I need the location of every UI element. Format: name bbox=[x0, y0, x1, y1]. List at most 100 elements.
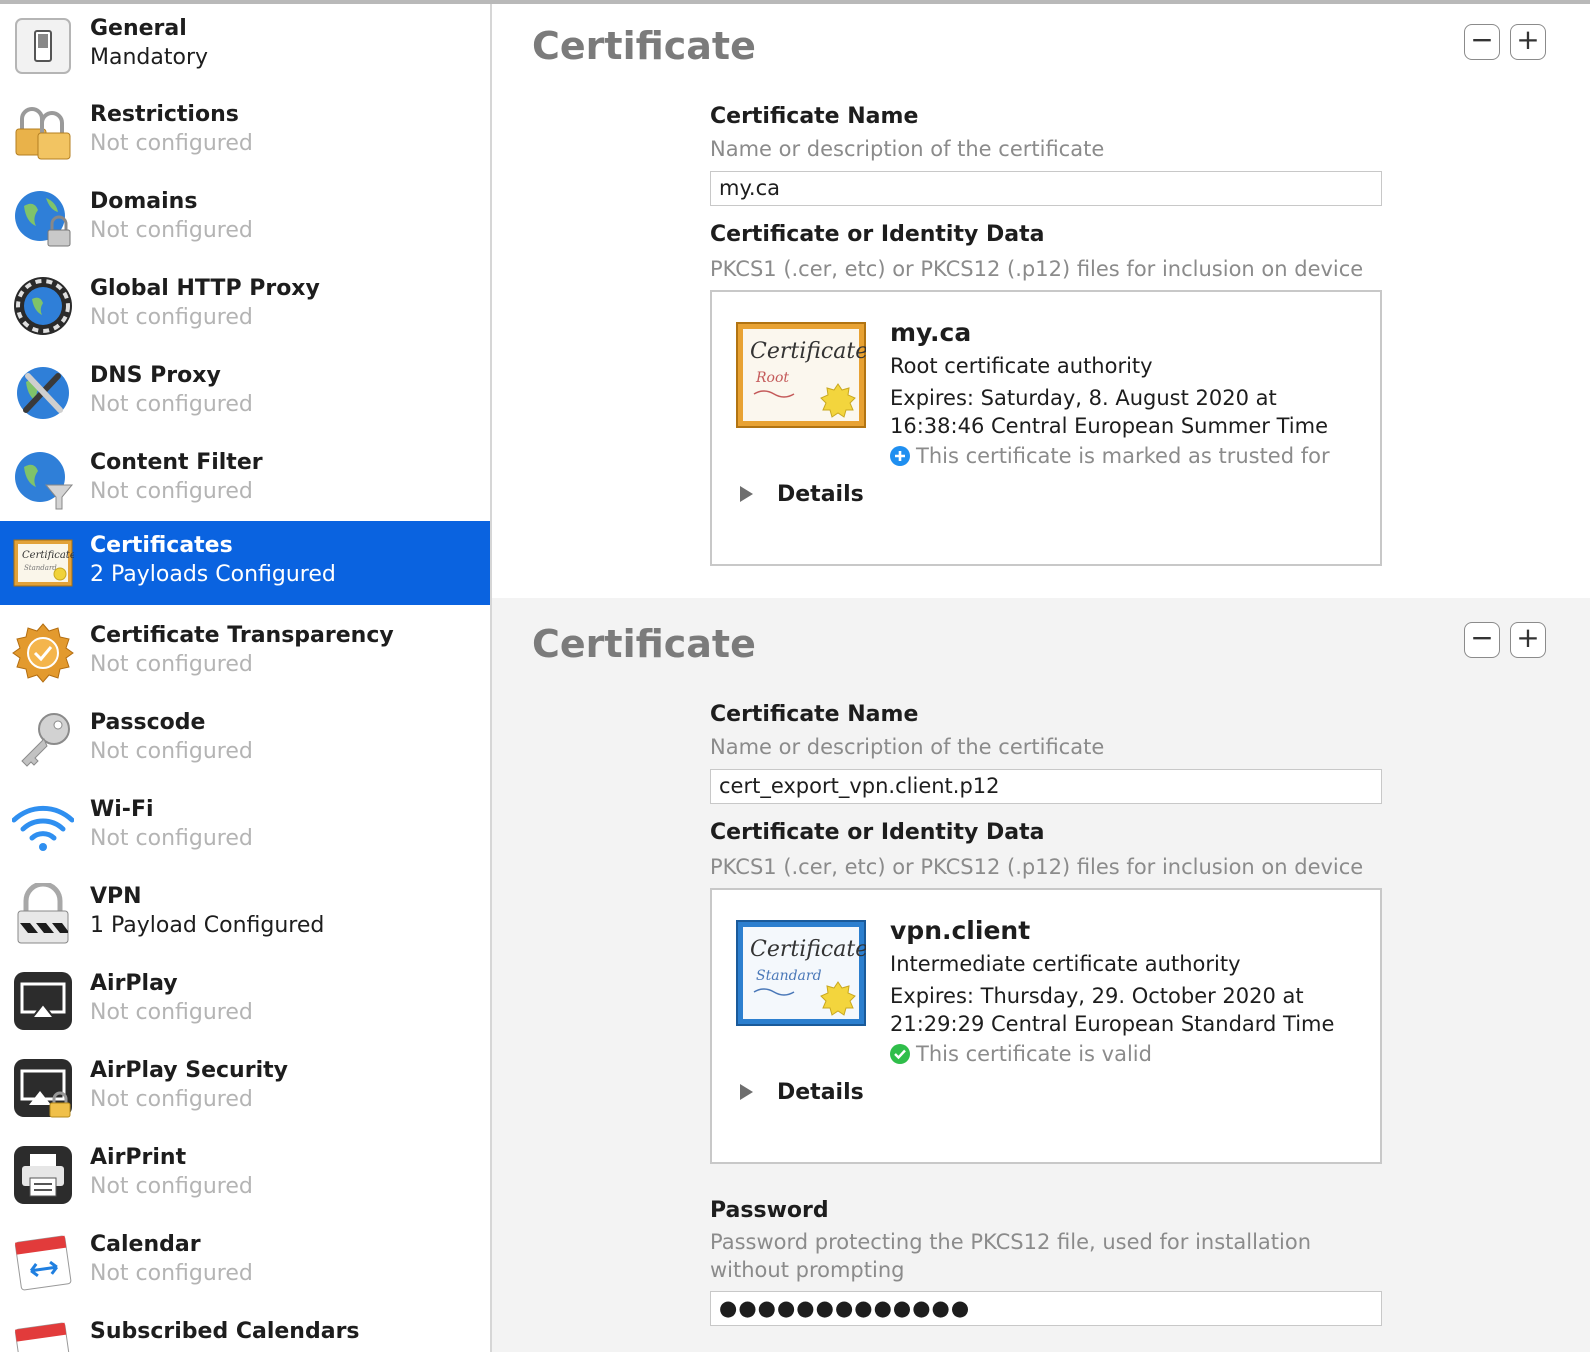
sidebar-item-title: DNS Proxy bbox=[90, 363, 221, 388]
certificate-type: Root certificate authority bbox=[890, 354, 1153, 378]
sidebar-item-domains[interactable]: Domains Not configured bbox=[0, 177, 490, 261]
sidebar-item-status: Not configured bbox=[90, 305, 253, 330]
sidebar-item-status: Not configured bbox=[90, 392, 253, 417]
sidebar-item-title: Domains bbox=[90, 189, 198, 214]
password-field[interactable]: ●●●●●●●●●●●●● bbox=[710, 1291, 1382, 1326]
details-label: Details bbox=[777, 482, 864, 507]
cert-image-title: Certificate bbox=[750, 339, 866, 364]
sidebar-item-status: Not configured bbox=[90, 1000, 253, 1025]
sidebar-item-general[interactable]: General Mandatory bbox=[0, 4, 490, 88]
sidebar-item-dns-proxy[interactable]: DNS Proxy Not configured bbox=[0, 351, 490, 435]
sidebar-item-title: Global HTTP Proxy bbox=[90, 276, 320, 301]
sidebar-item-airprint[interactable]: AirPrint Not configured bbox=[0, 1133, 490, 1217]
cert-image-subtitle: Root bbox=[755, 370, 789, 386]
add-payload-button[interactable]: + bbox=[1510, 24, 1546, 60]
sidebar-item-title: Certificate Transparency bbox=[90, 623, 394, 648]
certificate-name-label: Certificate Name bbox=[710, 104, 919, 129]
calendar-icon bbox=[12, 1231, 74, 1293]
sidebar-item-title: Wi-Fi bbox=[90, 797, 154, 822]
certificate-name-field[interactable]: cert_export_vpn.client.p12 bbox=[710, 769, 1382, 804]
certificate-drop-area[interactable]: Certificate Standard vpn.client Intermed… bbox=[710, 888, 1382, 1164]
cert-image-subtitle: Standard bbox=[756, 968, 822, 984]
sidebar-item-content-filter[interactable]: Content Filter Not configured bbox=[0, 438, 490, 522]
certificate-data-label: Certificate or Identity Data bbox=[710, 222, 1045, 247]
sidebar-item-title: AirPlay bbox=[90, 971, 178, 996]
certificate-name-label: Certificate Name bbox=[710, 702, 919, 727]
certificate-data-description: PKCS1 (.cer, etc) or PKCS12 (.p12) files… bbox=[710, 855, 1364, 879]
certificate-data-description: PKCS1 (.cer, etc) or PKCS12 (.p12) files… bbox=[710, 257, 1364, 281]
plus-circle-icon bbox=[890, 446, 910, 466]
payload-title: Certificate bbox=[532, 622, 756, 666]
sidebar-item-status: 2 Payloads Configured bbox=[90, 562, 336, 587]
certificate-drop-area[interactable]: Certificate Root my.ca Root certificate … bbox=[710, 290, 1382, 566]
certificate-data-label: Certificate or Identity Data bbox=[710, 820, 1045, 845]
certificate-type: Intermediate certificate authority bbox=[890, 952, 1241, 976]
sidebar-item-title: Certificates bbox=[90, 533, 233, 558]
certificate-name-field[interactable]: my.ca bbox=[710, 171, 1382, 206]
sidebar-item-certificates[interactable]: Certificate Standard Certificates 2 Paylo… bbox=[0, 521, 490, 605]
certificate-validity-status: This certificate is valid bbox=[890, 1042, 1152, 1066]
sidebar-item-vpn[interactable]: VPN 1 Payload Configured bbox=[0, 872, 490, 956]
certificate-trust-status: This certificate is marked as trusted fo… bbox=[890, 444, 1330, 468]
sidebar-item-status: Not configured bbox=[90, 479, 253, 504]
sidebar-item-title: Calendar bbox=[90, 1232, 201, 1257]
sidebar-item-airplay[interactable]: AirPlay Not configured bbox=[0, 959, 490, 1043]
certificate-name-description: Name or description of the certificate bbox=[710, 137, 1105, 161]
key-icon bbox=[12, 709, 74, 771]
password-description: Password protecting the PKCS12 file, use… bbox=[710, 1230, 1312, 1282]
standard-certificate-image-icon: Certificate Standard bbox=[736, 920, 868, 1026]
globe-proxy-icon bbox=[12, 275, 74, 337]
certificate-name-description: Name or description of the certificate bbox=[710, 735, 1105, 759]
globe-filter-icon bbox=[12, 449, 74, 511]
svg-text:Certificate: Certificate bbox=[22, 550, 74, 561]
sidebar-item-status: 1 Payload Configured bbox=[90, 913, 325, 938]
sidebar-item-status: Not configured bbox=[90, 218, 253, 243]
trust-status-text: This certificate is marked as trusted fo… bbox=[916, 444, 1330, 468]
sidebar-item-certificate-transparency[interactable]: Certificate Transparency Not configured bbox=[0, 611, 490, 695]
certificate-icon: Certificate Standard bbox=[12, 532, 76, 594]
sidebar-item-title: VPN bbox=[90, 884, 142, 909]
certificate-payload-2: Certificate − + Certificate Name Name or… bbox=[492, 598, 1590, 1352]
add-payload-button[interactable]: + bbox=[1510, 622, 1546, 658]
wifi-icon bbox=[11, 796, 75, 858]
airplay-icon bbox=[12, 970, 74, 1032]
sidebar-item-subscribed-calendars[interactable]: Subscribed Calendars bbox=[0, 1307, 490, 1352]
remove-payload-button[interactable]: − bbox=[1464, 24, 1500, 60]
certificate-payload-1: Certificate − + Certificate Name Name or… bbox=[492, 4, 1590, 598]
certificate-expiry: Expires: Saturday, 8. August 2020 at 16:… bbox=[890, 386, 1329, 438]
sidebar-item-status: Mandatory bbox=[90, 45, 209, 70]
sidebar-item-calendar[interactable]: Calendar Not configured bbox=[0, 1220, 490, 1304]
sidebar-item-title: General bbox=[90, 16, 187, 41]
sidebar-item-airplay-security[interactable]: AirPlay Security Not configured bbox=[0, 1046, 490, 1130]
svg-text:Standard: Standard bbox=[24, 564, 57, 572]
sidebar-item-title: Content Filter bbox=[90, 450, 263, 475]
certificate-common-name: my.ca bbox=[890, 318, 972, 347]
details-disclosure[interactable]: Details bbox=[740, 482, 864, 507]
sidebar-item-status: Not configured bbox=[90, 826, 253, 851]
badge-check-icon bbox=[12, 622, 74, 684]
root-certificate-image-icon: Certificate Root bbox=[736, 322, 868, 428]
sidebar-item-global-http-proxy[interactable]: Global HTTP Proxy Not configured bbox=[0, 264, 490, 348]
subscribed-calendar-icon bbox=[12, 1318, 74, 1352]
details-disclosure[interactable]: Details bbox=[740, 1080, 864, 1105]
sidebar-item-title: Subscribed Calendars bbox=[90, 1319, 360, 1344]
checkmark-circle-icon bbox=[890, 1044, 910, 1064]
disclosure-triangle-icon bbox=[740, 1084, 753, 1100]
remove-payload-button[interactable]: − bbox=[1464, 622, 1500, 658]
payload-editor: Certificate − + Certificate Name Name or… bbox=[492, 4, 1590, 1352]
sidebar-item-status: Not configured bbox=[90, 739, 253, 764]
details-label: Details bbox=[777, 1080, 864, 1105]
sidebar-item-passcode[interactable]: Passcode Not configured bbox=[0, 698, 490, 782]
airplay-security-icon bbox=[12, 1057, 74, 1119]
globe-tools-icon bbox=[12, 362, 74, 424]
sidebar-item-title: Restrictions bbox=[90, 102, 239, 127]
vpn-lock-icon bbox=[12, 881, 74, 945]
sidebar-item-restrictions[interactable]: Restrictions Not configured bbox=[0, 90, 490, 174]
sidebar-item-status: Not configured bbox=[90, 1087, 253, 1112]
password-label: Password bbox=[710, 1198, 829, 1223]
printer-icon bbox=[12, 1144, 74, 1206]
sidebar-item-wi-fi[interactable]: Wi-Fi Not configured bbox=[0, 785, 490, 869]
padlocks-icon bbox=[12, 101, 74, 163]
sidebar-item-title: Passcode bbox=[90, 710, 206, 735]
sidebar-item-status: Not configured bbox=[90, 1174, 253, 1199]
